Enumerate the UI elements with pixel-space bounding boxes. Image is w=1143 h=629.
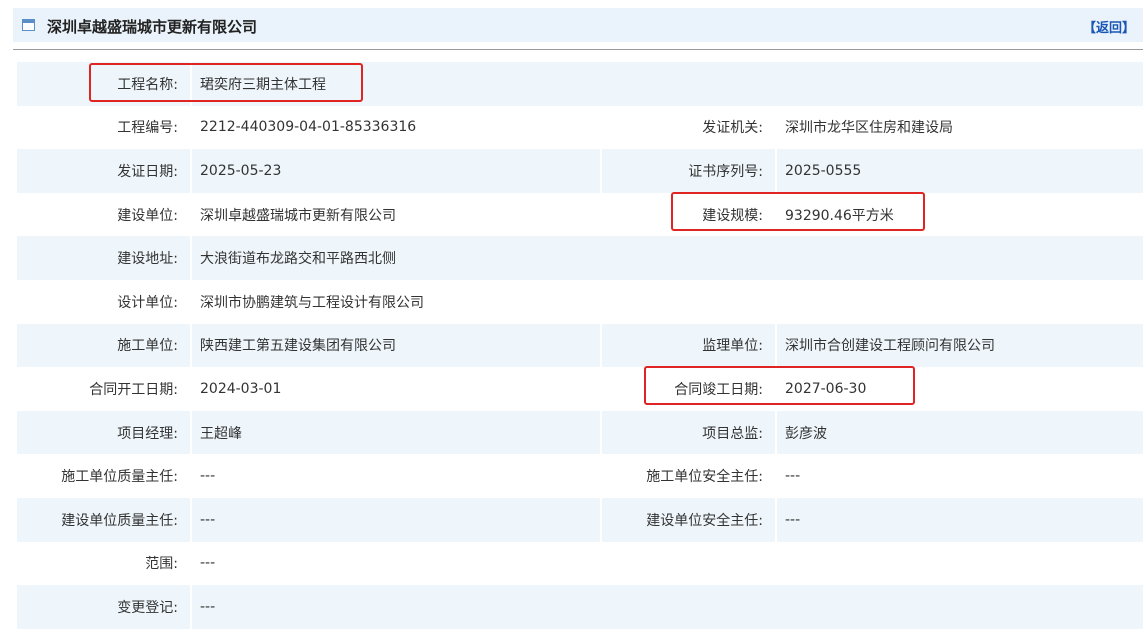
field-label: 建设单位安全主任: bbox=[646, 512, 763, 529]
column-separator bbox=[600, 497, 602, 542]
field-label: 施工单位安全主任: bbox=[646, 469, 763, 486]
column-separator bbox=[775, 410, 777, 455]
field-label: 监理单位: bbox=[702, 338, 763, 355]
field-value: 2025-0555 bbox=[785, 162, 862, 179]
field-value: --- bbox=[785, 511, 801, 528]
column-separator bbox=[190, 105, 192, 150]
field-value: 2027-06-30 bbox=[785, 380, 867, 397]
table-row: 建设单位: 深圳卓越盛瑞城市更新有限公司 建设规模: 93290.46平方米 bbox=[17, 192, 1143, 237]
table-row: 工程名称: 珺奕府三期主体工程 bbox=[17, 62, 1143, 106]
column-separator bbox=[775, 454, 777, 498]
field-label: 建设单位质量主任: bbox=[61, 512, 178, 529]
column-separator bbox=[190, 192, 192, 237]
column-separator bbox=[600, 454, 602, 498]
field-label: 建设地址: bbox=[117, 251, 178, 268]
table-row: 工程编号: 2212-440309-04-01-85336316 发证机关: 深圳市龙… bbox=[17, 105, 1143, 150]
column-separator bbox=[775, 192, 777, 237]
field-value: --- bbox=[200, 511, 216, 528]
table-row: 建设单位质量主任: --- 建设单位安全主任: --- bbox=[17, 497, 1143, 542]
field-label: 变更登记: bbox=[117, 599, 178, 616]
field-value: 王超峰 bbox=[200, 425, 242, 442]
column-separator bbox=[600, 105, 602, 150]
field-value: 深圳卓越盛瑞城市更新有限公司 bbox=[200, 207, 396, 224]
field-value: 陕西建工第五建设集团有限公司 bbox=[200, 338, 396, 355]
column-separator bbox=[190, 62, 192, 106]
table-row: 施工单位质量主任: --- 施工单位安全主任: --- bbox=[17, 454, 1143, 498]
field-label: 设计单位: bbox=[117, 294, 178, 311]
column-separator bbox=[190, 585, 192, 629]
window-icon bbox=[22, 19, 35, 31]
table-row: 合同开工日期: 2024-03-01 合同竣工日期: 2027-06-30 bbox=[17, 367, 1143, 411]
field-value: 大浪街道布龙路交和平路西北侧 bbox=[200, 251, 396, 268]
field-value: 2024-03-01 bbox=[200, 380, 282, 397]
column-separator bbox=[600, 410, 602, 455]
field-label: 工程编号: bbox=[117, 120, 178, 137]
column-separator bbox=[775, 105, 777, 150]
field-value: 珺奕府三期主体工程 bbox=[200, 76, 326, 93]
field-label: 证书序列号: bbox=[688, 163, 763, 180]
field-label: 合同竣工日期: bbox=[674, 381, 763, 398]
field-value: 93290.46平方米 bbox=[785, 207, 894, 224]
field-label: 发证机关: bbox=[702, 120, 763, 137]
field-label: 项目经理: bbox=[117, 425, 178, 442]
field-value: --- bbox=[200, 598, 216, 615]
column-separator bbox=[190, 541, 192, 586]
column-separator bbox=[775, 497, 777, 542]
field-label: 合同开工日期: bbox=[89, 381, 178, 398]
page-header: 深圳卓越盛瑞城市更新有限公司 【返回】 bbox=[13, 8, 1143, 42]
field-label: 施工单位质量主任: bbox=[61, 469, 178, 486]
field-label: 施工单位: bbox=[117, 338, 178, 355]
column-separator bbox=[775, 149, 777, 193]
column-separator bbox=[600, 192, 602, 237]
field-value: --- bbox=[785, 468, 801, 485]
table-row: 变更登记: --- bbox=[17, 585, 1143, 629]
table-row: 发证日期: 2025-05-23 证书序列号: 2025-0555 bbox=[17, 149, 1143, 193]
field-value: --- bbox=[200, 468, 216, 485]
field-value: 深圳市龙华区住房和建设局 bbox=[785, 120, 953, 137]
column-separator bbox=[190, 367, 192, 411]
table-row: 施工单位: 陕西建工第五建设集团有限公司 监理单位: 深圳市合创建设工程顾问有限公司 bbox=[17, 323, 1143, 368]
field-label: 建设规模: bbox=[702, 207, 763, 224]
field-value: 深圳市协鹏建筑与工程设计有限公司 bbox=[200, 294, 424, 311]
table-row: 建设地址: 大浪街道布龙路交和平路西北侧 bbox=[17, 236, 1143, 280]
column-separator bbox=[190, 149, 192, 193]
column-separator bbox=[600, 367, 602, 411]
table-row: 项目经理: 王超峰 项目总监: 彭彦波 bbox=[17, 410, 1143, 455]
field-value: 深圳市合创建设工程顾问有限公司 bbox=[785, 338, 995, 355]
column-separator bbox=[600, 149, 602, 193]
field-value: 2025-05-23 bbox=[200, 162, 282, 179]
field-value: 2212-440309-04-01-85336316 bbox=[200, 119, 417, 136]
column-separator bbox=[600, 323, 602, 368]
field-label: 范围: bbox=[145, 556, 178, 573]
field-label: 项目总监: bbox=[702, 425, 763, 442]
column-separator bbox=[190, 323, 192, 368]
column-separator bbox=[190, 410, 192, 455]
field-value: 彭彦波 bbox=[785, 425, 827, 442]
header-divider bbox=[13, 49, 1143, 50]
column-separator bbox=[190, 454, 192, 498]
column-separator bbox=[775, 367, 777, 411]
column-separator bbox=[775, 323, 777, 368]
column-separator bbox=[190, 236, 192, 280]
field-value: --- bbox=[200, 555, 216, 572]
permit-detail-table: 工程名称: 珺奕府三期主体工程工程编号: 2212-440309-04-01-853… bbox=[17, 62, 1143, 629]
field-label: 建设单位: bbox=[117, 207, 178, 224]
page-title: 深圳卓越盛瑞城市更新有限公司 bbox=[47, 18, 258, 36]
column-separator bbox=[190, 279, 192, 324]
table-row: 范围: --- bbox=[17, 541, 1143, 586]
table-row: 设计单位: 深圳市协鹏建筑与工程设计有限公司 bbox=[17, 279, 1143, 324]
field-label: 发证日期: bbox=[117, 163, 178, 180]
column-separator bbox=[190, 497, 192, 542]
back-link[interactable]: 【返回】 bbox=[1083, 17, 1135, 36]
field-label: 工程名称: bbox=[117, 76, 178, 93]
